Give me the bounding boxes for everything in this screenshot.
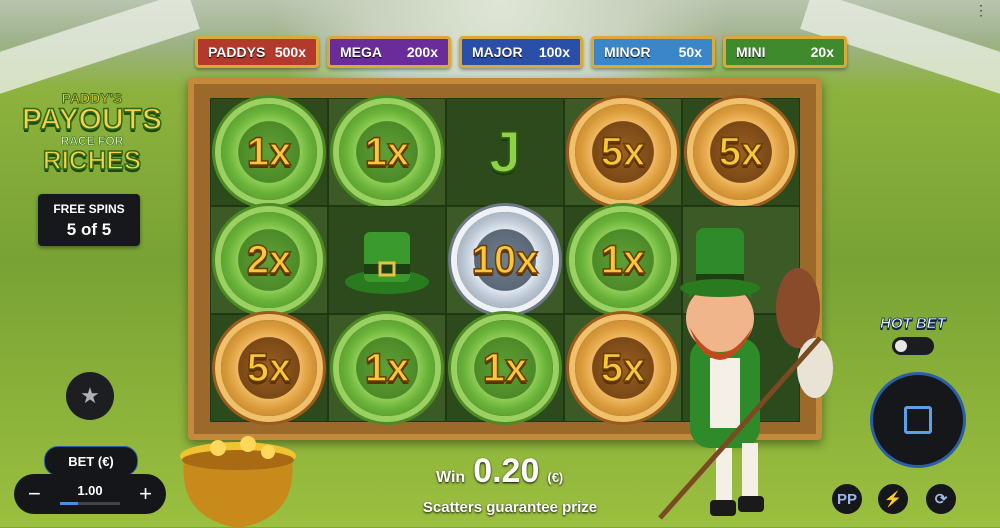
logo-line-2: PAYOUTS — [21, 103, 163, 136]
jackpot-label: MAJOR — [472, 44, 523, 60]
jackpot-label: MINOR — [604, 44, 651, 60]
win-currency: (€) — [547, 470, 564, 485]
lightning-icon: ⚡ — [883, 491, 903, 508]
jackpot-value: 200x — [406, 44, 438, 60]
autoplay-icon: ⟳ — [934, 491, 948, 508]
multiplier-symbol: 5x — [693, 104, 789, 200]
bet-increase-button[interactable]: + — [139, 481, 152, 507]
hot-bet-toggle[interactable] — [891, 337, 934, 355]
menu-dots-icon[interactable]: ⋮ — [974, 2, 988, 19]
reel-cell: 1x — [210, 98, 328, 206]
reel-cell: J — [446, 98, 564, 206]
jackpot-label: MEGA — [340, 44, 382, 60]
reel-cell: 10x — [446, 206, 564, 314]
scatter-message: Scatters guarantee prize — [422, 499, 598, 516]
reel-cell: 5x — [210, 314, 328, 422]
multiplier-symbol: 2x — [221, 212, 317, 308]
jackpot-bar: PADDYS 500x MEGA 200x MAJOR 100x MINOR 5… — [195, 36, 847, 68]
multiplier-symbol: 1x — [339, 104, 435, 200]
jackpot-mega: MEGA 200x — [327, 36, 451, 68]
win-value: 0.20 — [473, 452, 540, 490]
jackpot-value: 50x — [678, 44, 702, 60]
bet-label: BET (€) — [44, 446, 138, 476]
favorites-button[interactable]: ★ — [66, 372, 114, 420]
bet-level-bar — [60, 502, 120, 505]
spin-stop-button[interactable] — [870, 372, 966, 468]
logo-line-4: RICHES — [42, 145, 142, 175]
win-label: Win — [436, 469, 466, 486]
bet-level-fill — [60, 502, 78, 505]
j-symbol: J — [488, 119, 522, 186]
multiplier-symbol: 5x — [221, 320, 317, 416]
hat-symbol-icon — [345, 232, 429, 294]
jackpot-major: MAJOR 100x — [459, 36, 583, 68]
multiplier-symbol: 1x — [457, 320, 553, 416]
pot-of-gold-icon — [180, 436, 296, 528]
jackpot-mini: MINI 20x — [723, 36, 847, 68]
jackpot-value: 20x — [810, 44, 834, 60]
reel-cell: 1x — [328, 98, 446, 206]
stop-icon — [904, 406, 932, 434]
turbo-button[interactable]: ⚡ — [878, 484, 908, 514]
reel-cell: 5x — [564, 98, 682, 206]
bet-value: 1.00 — [77, 483, 103, 498]
bet-stepper[interactable]: − 1.00 + — [14, 474, 166, 514]
multiplier-symbol: 1x — [221, 104, 317, 200]
free-spins-counter: FREE SPINS 5 of 5 — [38, 194, 140, 246]
jackpot-value: 100x — [538, 44, 570, 60]
multiplier-symbol: 5x — [575, 104, 671, 200]
jackpot-paddys: PADDYS 500x — [195, 36, 319, 68]
win-display: Win 0.20 (€) — [436, 452, 563, 491]
pp-buy-button[interactable]: PP — [832, 484, 862, 514]
reel-cell: 1x — [328, 314, 446, 422]
multiplier-symbol: 1x — [339, 320, 435, 416]
toggle-knob — [894, 340, 907, 352]
jackpot-value: 500x — [274, 44, 306, 60]
jackpot-label: PADDYS — [208, 44, 266, 60]
free-spins-label: FREE SPINS — [53, 202, 125, 216]
reel-cell — [328, 206, 446, 314]
reel-cell: 2x — [210, 206, 328, 314]
hot-bet-control[interactable]: HOT BET — [880, 315, 946, 355]
star-icon: ★ — [80, 383, 100, 408]
leprechaun-character — [658, 228, 833, 520]
game-logo: PADDY'S PAYOUTS RACE FOR RICHES — [12, 90, 172, 175]
multiplier-symbol: 10x — [457, 212, 553, 308]
jackpot-label: MINI — [736, 44, 766, 60]
bet-decrease-button[interactable]: − — [28, 481, 41, 507]
jackpot-minor: MINOR 50x — [591, 36, 715, 68]
hot-bet-label: HOT BET — [880, 315, 947, 333]
autoplay-button[interactable]: ⟳ — [926, 484, 956, 514]
reel-cell: 5x — [682, 98, 800, 206]
pp-logo-icon: PP — [836, 490, 857, 508]
reel-cell: 1x — [446, 314, 564, 422]
free-spins-value: 5 of 5 — [66, 220, 112, 239]
